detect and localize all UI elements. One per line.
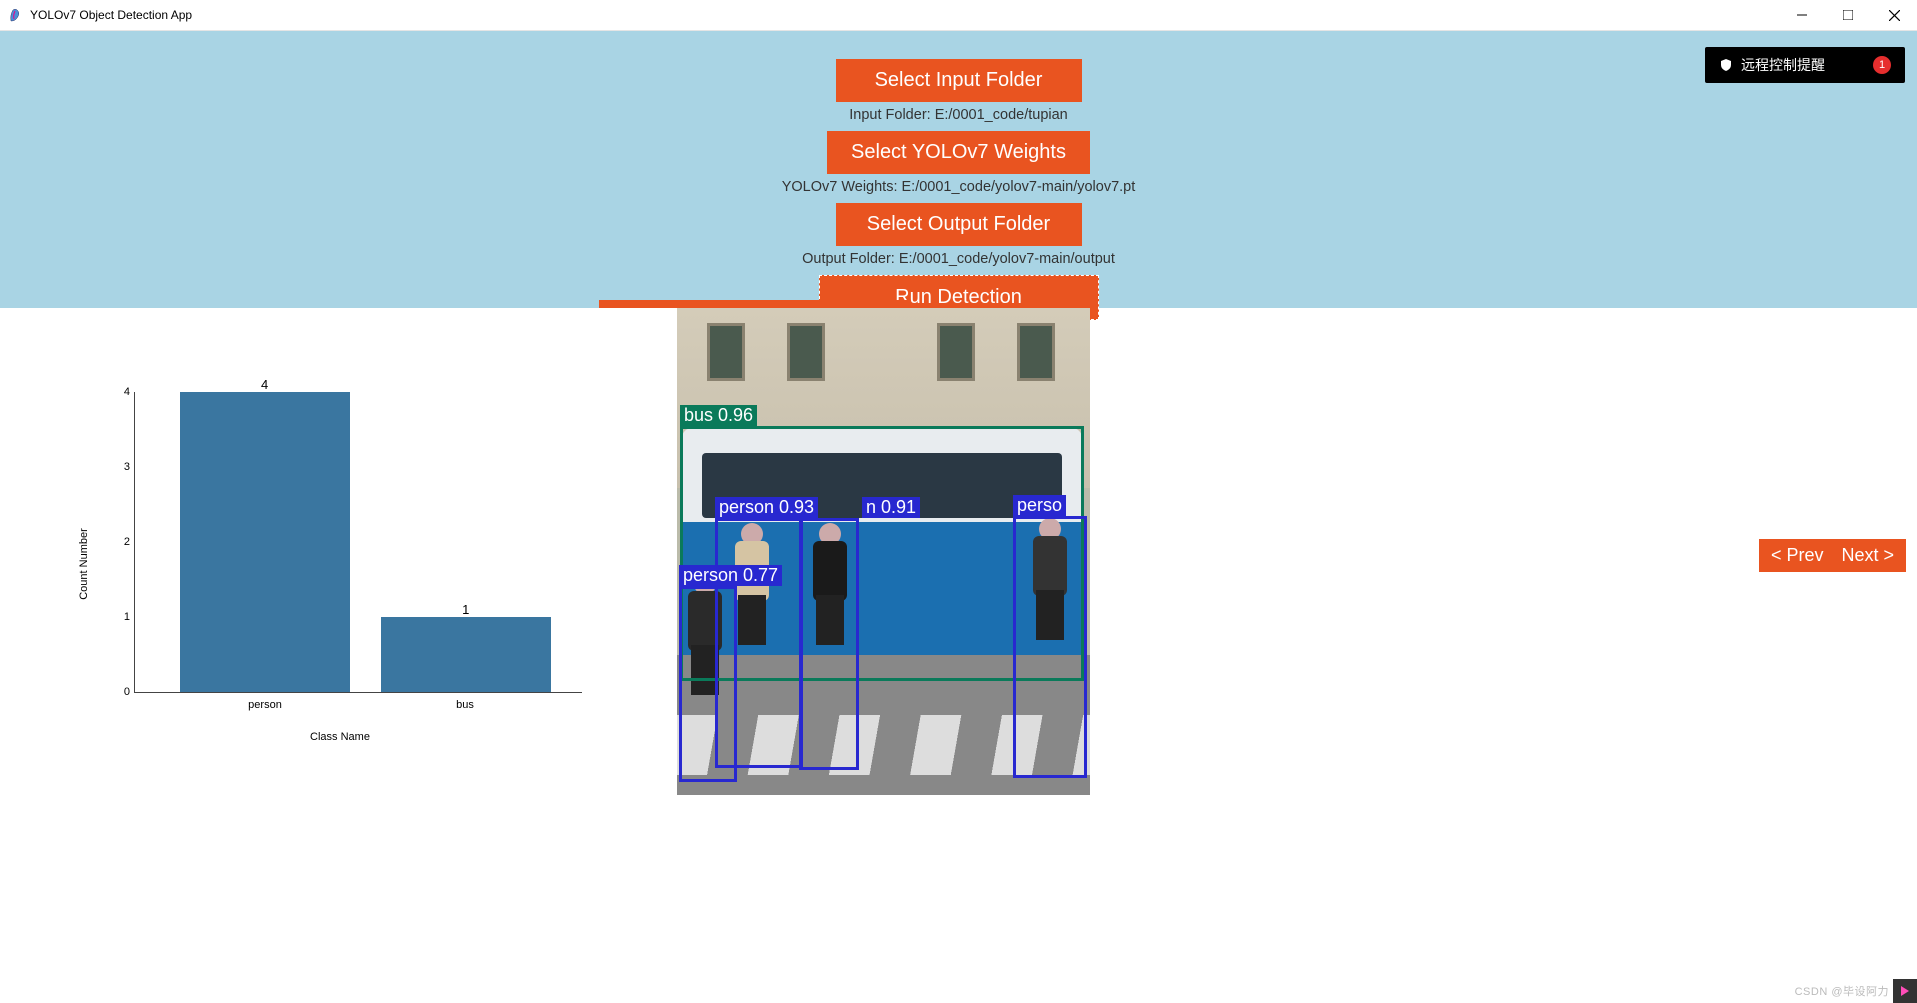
ytick-3: 3 bbox=[124, 461, 130, 473]
notification-badge: 1 bbox=[1873, 56, 1891, 74]
nav-buttons: < Prev Next > bbox=[1759, 539, 1906, 572]
detection-label-person-1: person 0.93 bbox=[715, 497, 818, 518]
prev-button[interactable]: < Prev bbox=[1771, 545, 1824, 566]
ytick-2: 2 bbox=[124, 536, 130, 548]
detection-label-person-4: person 0.77 bbox=[679, 565, 782, 586]
chart-xlabel: Class Name bbox=[310, 731, 370, 743]
control-panel: Select Input Folder Input Folder: E:/000… bbox=[0, 31, 1917, 308]
bar-label-person: 4 bbox=[261, 377, 268, 392]
bar-bus bbox=[381, 617, 551, 692]
xtick-bus: bus bbox=[456, 699, 474, 711]
ytick-4: 4 bbox=[124, 386, 130, 398]
maximize-button[interactable] bbox=[1825, 0, 1871, 31]
select-weights-button[interactable]: Select YOLOv7 Weights bbox=[827, 131, 1090, 174]
tkinter-icon bbox=[8, 7, 24, 23]
ytick-1: 1 bbox=[124, 611, 130, 623]
ytick-0: 0 bbox=[124, 686, 130, 698]
watermark: CSDN @毕设阿力 bbox=[1795, 983, 1889, 999]
chart-ylabel: Count Number bbox=[78, 528, 90, 600]
count-bar-chart: Count Number Class Name 4 1 4 3 2 1 0 pe… bbox=[90, 386, 590, 741]
minimize-button[interactable] bbox=[1779, 0, 1825, 31]
detection-box-person-3: perso bbox=[1013, 516, 1087, 778]
bar-label-bus: 1 bbox=[462, 602, 469, 617]
detection-box-person-2: n 0.91 bbox=[799, 518, 859, 770]
notification-text: 远程控制提醒 bbox=[1741, 55, 1825, 75]
xtick-person: person bbox=[248, 699, 282, 711]
content-area: Count Number Class Name 4 1 4 3 2 1 0 pe… bbox=[0, 308, 1917, 1003]
weights-path-label: YOLOv7 Weights: E:/0001_code/yolov7-main… bbox=[0, 179, 1917, 195]
corner-arrow-icon[interactable] bbox=[1893, 979, 1917, 1003]
detection-label-person-2: n 0.91 bbox=[862, 497, 920, 518]
plot-area: 4 1 bbox=[134, 392, 582, 693]
detection-label-bus: bus 0.96 bbox=[680, 405, 757, 426]
next-button[interactable]: Next > bbox=[1841, 545, 1894, 566]
remote-control-notification[interactable]: 远程控制提醒 1 bbox=[1705, 47, 1905, 83]
shield-icon bbox=[1719, 58, 1733, 72]
orange-strip bbox=[599, 300, 909, 308]
detection-box-person-4: person 0.77 bbox=[679, 586, 737, 782]
detection-label-person-3: perso bbox=[1013, 495, 1066, 516]
select-input-button[interactable]: Select Input Folder bbox=[836, 59, 1082, 102]
output-path-label: Output Folder: E:/0001_code/yolov7-main/… bbox=[0, 251, 1917, 267]
window-titlebar: YOLOv7 Object Detection App bbox=[0, 0, 1917, 31]
input-path-label: Input Folder: E:/0001_code/tupian bbox=[0, 107, 1917, 123]
window-title: YOLOv7 Object Detection App bbox=[30, 8, 1779, 22]
select-output-button[interactable]: Select Output Folder bbox=[836, 203, 1082, 246]
close-button[interactable] bbox=[1871, 0, 1917, 31]
detection-image: bus 0.96 person 0.93 n 0.91 perso person… bbox=[677, 308, 1090, 795]
bar-person bbox=[180, 392, 350, 692]
